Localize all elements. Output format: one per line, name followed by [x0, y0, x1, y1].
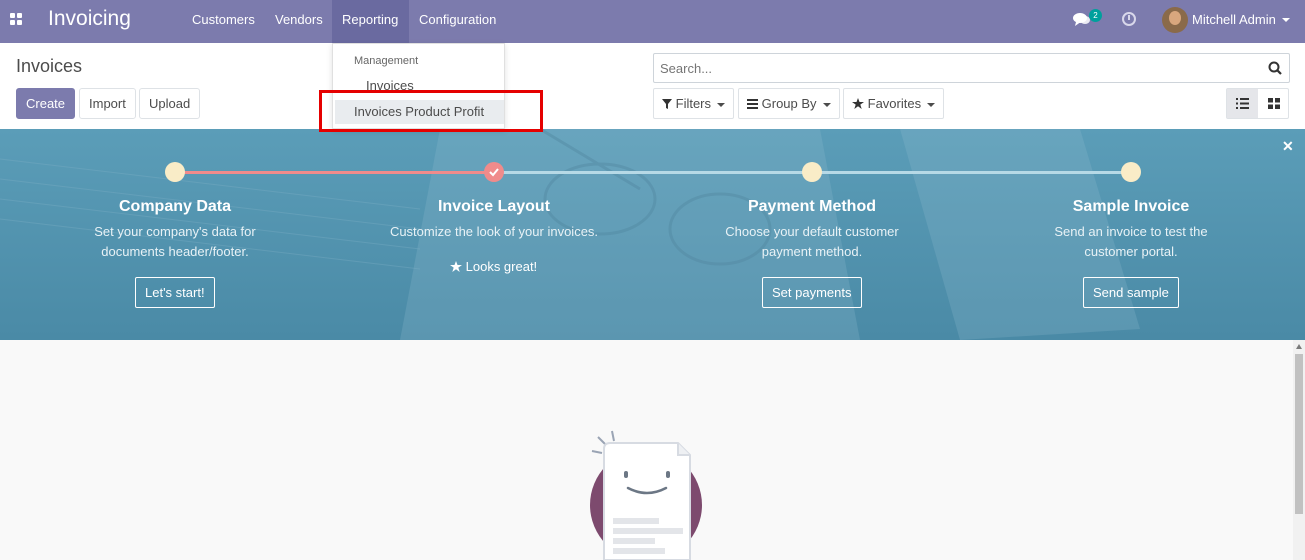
- scroll-up-icon[interactable]: [1296, 344, 1302, 349]
- scrollbar[interactable]: [1293, 340, 1305, 560]
- menu-reporting[interactable]: Reporting: [332, 0, 409, 43]
- menu-configuration[interactable]: Configuration: [409, 0, 506, 43]
- step-1-desc: Set your company's data for documents he…: [55, 222, 295, 262]
- set-payments-button[interactable]: Set payments: [762, 277, 862, 308]
- step-4-desc-line1: Send an invoice to test the: [1054, 224, 1208, 239]
- step-2-title: Invoice Layout: [437, 198, 551, 215]
- chat-badge: 2: [1089, 9, 1102, 22]
- caret-down-icon: [717, 102, 726, 107]
- step-3-desc-line2: payment method.: [761, 244, 863, 259]
- menu-vendors[interactable]: Vendors: [265, 0, 333, 43]
- step-1-dot: [165, 162, 185, 182]
- page-title: Invoices: [16, 56, 83, 76]
- search-input[interactable]: [660, 61, 1260, 76]
- user-name[interactable]: Mitchell Admin: [1192, 12, 1276, 27]
- step-4-title: Sample Invoice: [1072, 198, 1190, 215]
- group-by-button[interactable]: Group By: [738, 88, 840, 119]
- favorites-label: Favorites: [867, 96, 922, 111]
- favorites-button[interactable]: Favorites: [843, 88, 945, 119]
- step-1-desc-line1: Set your company's data for: [94, 224, 256, 239]
- star-icon: [450, 261, 462, 272]
- progress-track-done: [175, 171, 494, 174]
- search-icon[interactable]: [1268, 61, 1282, 75]
- import-button[interactable]: Import: [79, 88, 136, 119]
- step-3-dot: [802, 162, 822, 182]
- step-3-desc: Choose your default customer payment met…: [692, 222, 932, 262]
- user-avatar[interactable]: [1162, 7, 1188, 33]
- kanban-view-button[interactable]: [1258, 89, 1289, 118]
- upload-button[interactable]: Upload: [139, 88, 201, 119]
- caret-down-icon: [822, 102, 831, 107]
- view-switcher: [1226, 88, 1289, 119]
- list-view-button[interactable]: [1227, 89, 1258, 118]
- scroll-thumb[interactable]: [1295, 354, 1303, 514]
- apps-menu-icon[interactable]: [10, 13, 24, 27]
- caret-down-icon: [927, 102, 936, 107]
- step-3-desc-line1: Choose your default customer: [725, 224, 899, 239]
- check-icon: [489, 168, 499, 177]
- kanban-icon: [1268, 98, 1280, 109]
- bars-icon: [747, 99, 758, 109]
- activity-clock-icon[interactable]: [1122, 12, 1136, 26]
- step-4-desc-line2: customer portal.: [1084, 244, 1178, 259]
- step-1-title: Company Data: [118, 198, 232, 215]
- lets-start-button[interactable]: Let's start!: [135, 277, 215, 308]
- list-icon: [1236, 98, 1249, 109]
- looks-great-text: Looks great!: [465, 259, 538, 274]
- looks-great-label[interactable]: Looks great!: [450, 259, 537, 274]
- menu-customers[interactable]: Customers: [182, 0, 265, 43]
- step-2-dot: [484, 162, 504, 182]
- send-sample-button[interactable]: Send sample: [1083, 277, 1179, 308]
- top-navbar: Invoicing Customers Vendors Reporting Co…: [0, 0, 1305, 43]
- filters-label: Filters: [675, 96, 712, 111]
- step-3-title: Payment Method: [747, 198, 876, 215]
- create-button[interactable]: Create: [16, 88, 76, 119]
- empty-invoice-illustration: [590, 430, 702, 560]
- highlight-annotation-box: [319, 90, 543, 132]
- filters-button[interactable]: Filters: [653, 88, 735, 119]
- app-brand: Invoicing: [48, 7, 131, 30]
- star-icon: [852, 98, 864, 109]
- step-4-desc: Send an invoice to test the customer por…: [1011, 222, 1251, 262]
- filter-icon: [662, 99, 672, 109]
- step-1-desc-line2: documents header/footer.: [101, 244, 249, 259]
- group-by-label: Group By: [761, 96, 817, 111]
- user-caret-icon[interactable]: [1282, 18, 1290, 22]
- search-box: [653, 53, 1290, 83]
- close-banner-icon[interactable]: ✕: [1282, 138, 1294, 155]
- dropdown-header-management: Management: [354, 55, 419, 67]
- step-2-desc: Customize the look of your invoices.: [389, 224, 599, 239]
- step-4-dot: [1121, 162, 1141, 182]
